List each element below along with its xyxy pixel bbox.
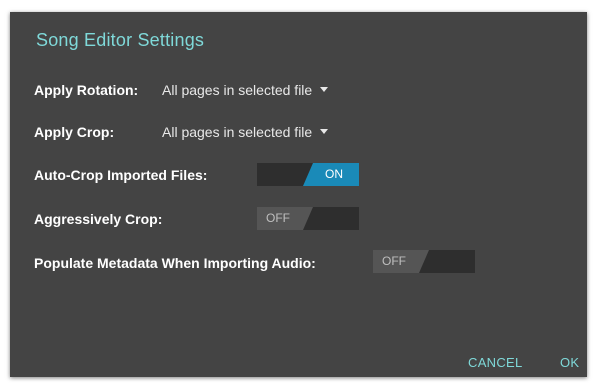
aggressively-crop-toggle-state: OFF (257, 207, 313, 230)
auto-crop-toggle-state: ON (303, 163, 359, 186)
apply-rotation-label: Apply Rotation: (34, 82, 139, 98)
apply-crop-dropdown[interactable]: All pages in selected file (162, 124, 329, 140)
dropdown-caret-icon (320, 86, 329, 92)
aggressively-crop-label: Aggressively Crop: (34, 211, 163, 227)
populate-metadata-toggle-state: OFF (373, 250, 429, 273)
apply-rotation-value: All pages in selected file (162, 82, 313, 98)
settings-dialog: Song Editor Settings Apply Rotation: All… (10, 12, 587, 377)
cancel-button[interactable]: CANCEL (468, 355, 523, 370)
apply-crop-label: Apply Crop: (34, 124, 115, 140)
populate-metadata-toggle[interactable]: OFF (373, 250, 475, 273)
dropdown-caret-icon (320, 128, 329, 134)
apply-rotation-dropdown[interactable]: All pages in selected file (162, 82, 329, 98)
aggressively-crop-toggle[interactable]: OFF (257, 207, 359, 230)
populate-metadata-label: Populate Metadata When Importing Audio: (34, 255, 316, 271)
dialog-title: Song Editor Settings (36, 30, 205, 50)
auto-crop-toggle[interactable]: ON (257, 163, 359, 186)
ok-button[interactable]: OK (560, 355, 579, 370)
apply-crop-value: All pages in selected file (162, 124, 313, 140)
auto-crop-label: Auto-Crop Imported Files: (34, 167, 208, 183)
